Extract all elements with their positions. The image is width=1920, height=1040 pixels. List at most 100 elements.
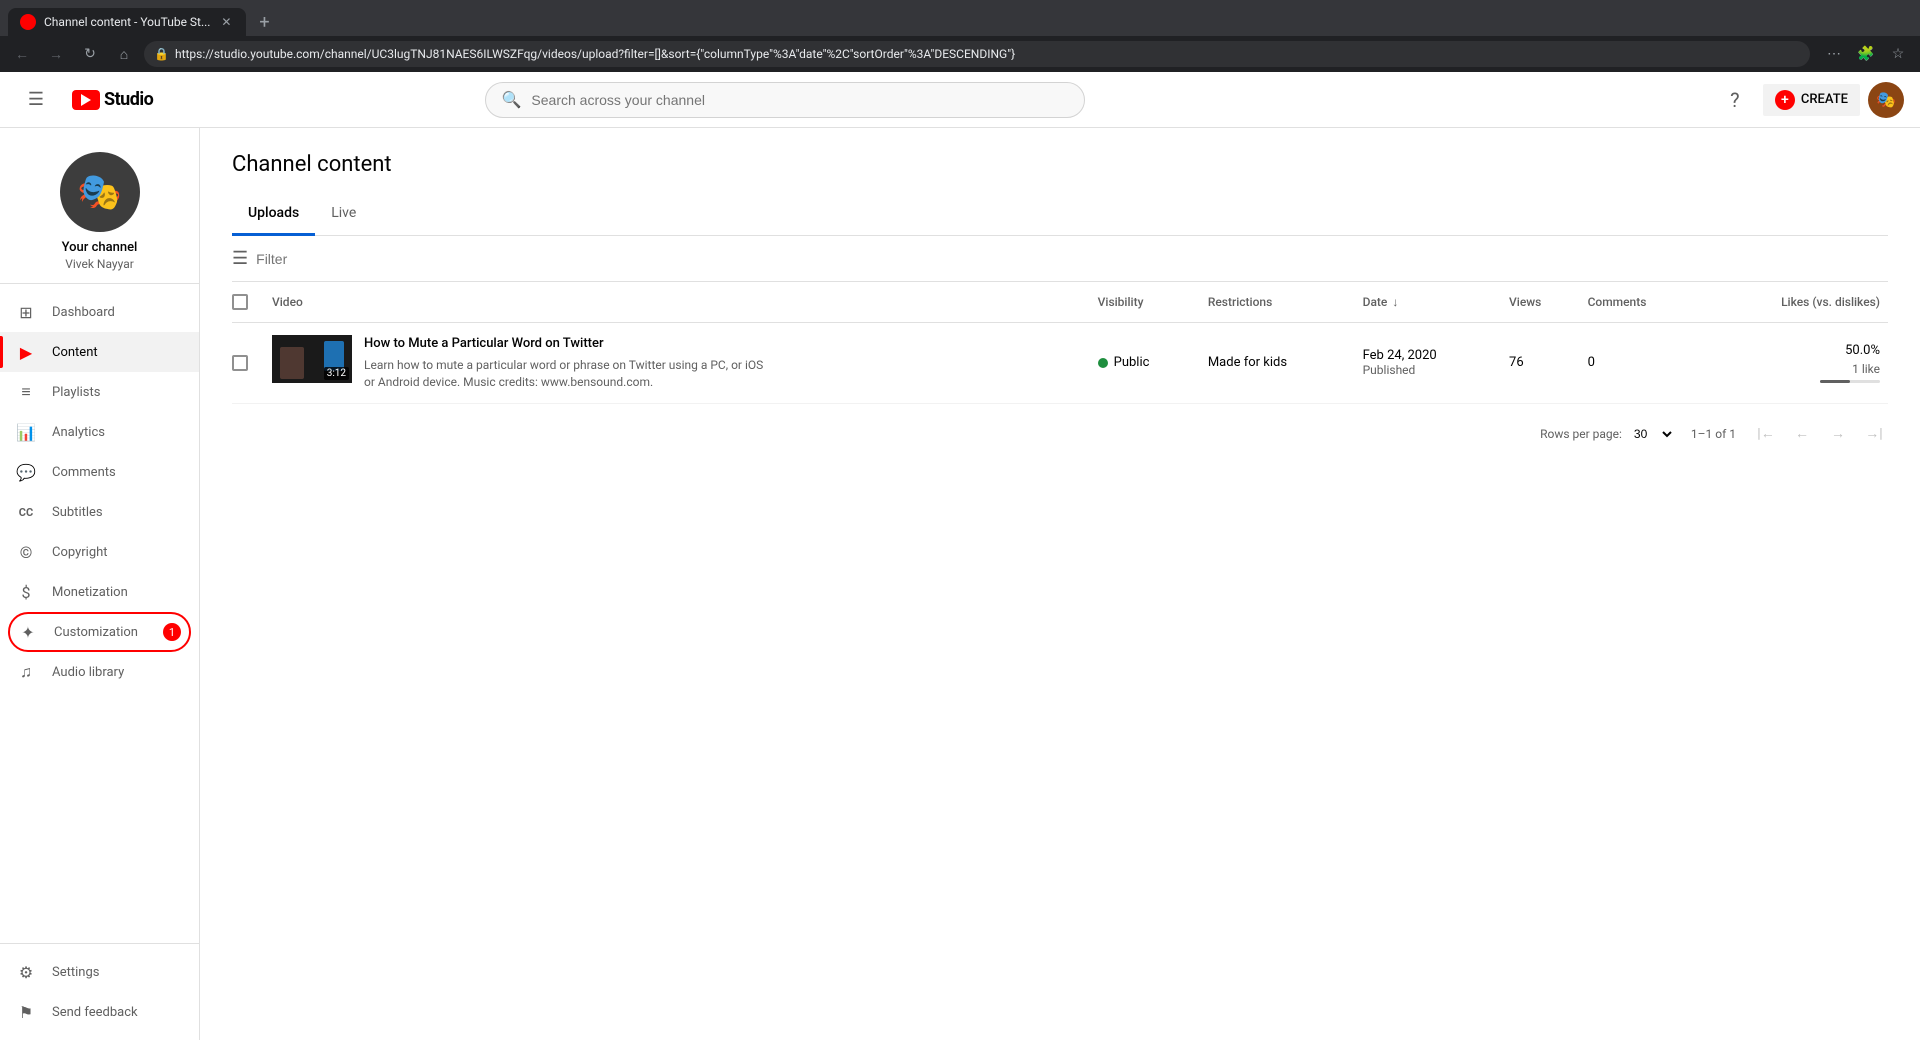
prev-page-button[interactable]: ← [1788, 420, 1816, 448]
sidebar: 🎭 Your channel Vivek Nayyar ⊞ Dashboard … [0, 128, 200, 1040]
favorites-button[interactable]: ☆ [1884, 40, 1912, 68]
last-page-button[interactable]: →| [1860, 420, 1888, 448]
sidebar-item-label: Audio library [52, 665, 124, 680]
th-video-label: Video [272, 295, 303, 309]
sidebar-item-label: Subtitles [52, 505, 103, 520]
back-button[interactable]: ← [8, 40, 36, 68]
dashboard-icon: ⊞ [16, 302, 36, 322]
visibility-dot [1098, 358, 1108, 368]
top-navigation: ☰ Studio 🔍 ? + CREATE 🎭 [0, 72, 1920, 128]
comments-count: 0 [1588, 355, 1595, 370]
top-nav-actions: ? + CREATE 🎭 [1715, 80, 1904, 120]
sidebar-item-copyright[interactable]: © Copyright [0, 532, 199, 572]
first-page-button[interactable]: |← [1752, 420, 1780, 448]
search-bar[interactable]: 🔍 [485, 82, 1085, 118]
rows-per-page-label: Rows per page: [1540, 427, 1622, 441]
sidebar-item-label: Customization [54, 625, 138, 640]
subtitles-icon: CC [16, 502, 36, 522]
tab-favicon [20, 14, 36, 30]
th-restrictions: Restrictions [1200, 282, 1355, 323]
th-likes: Likes (vs. dislikes) [1701, 282, 1888, 323]
date-cell: Feb 24, 2020 Published [1363, 348, 1493, 377]
user-avatar[interactable]: 🎭 [1868, 82, 1904, 118]
main-layout: 🎭 Your channel Vivek Nayyar ⊞ Dashboard … [0, 128, 1920, 1040]
filter-icon[interactable]: ☰ [232, 248, 248, 269]
row-checkbox[interactable] [232, 355, 248, 371]
video-cell: 3:12 How to Mute a Particular Word on Tw… [272, 335, 1082, 391]
restrictions-label: Made for kids [1208, 355, 1287, 370]
video-duration: 3:12 [324, 367, 349, 380]
search-icon: 🔍 [502, 90, 522, 109]
sidebar-item-playlists[interactable]: ≡ Playlists [0, 372, 199, 412]
sidebar-item-send-feedback[interactable]: ⚑ Send feedback [0, 992, 199, 1032]
video-info: How to Mute a Particular Word on Twitter… [364, 335, 764, 391]
notification-badge: 1 [163, 623, 181, 641]
likes-count: 1 like [1709, 362, 1880, 376]
sidebar-item-monetization[interactable]: $ Monetization [0, 572, 199, 612]
tab-close-button[interactable]: ✕ [218, 14, 234, 30]
likes-percent: 50.0% [1709, 343, 1880, 358]
hamburger-menu-button[interactable]: ☰ [16, 80, 56, 120]
channel-avatar[interactable]: 🎭 [60, 152, 140, 232]
tab-uploads[interactable]: Uploads [232, 193, 315, 236]
pagination-bar: Rows per page: 30 50 100 1–1 of 1 |← ← →… [232, 404, 1888, 464]
th-views: Views [1501, 282, 1580, 323]
tab-live[interactable]: Live [315, 193, 372, 236]
sidebar-item-dashboard[interactable]: ⊞ Dashboard [0, 292, 199, 332]
th-comments: Comments [1580, 282, 1702, 323]
sidebar-item-analytics[interactable]: 📊 Analytics [0, 412, 199, 452]
active-tab[interactable]: Channel content - YouTube St... ✕ [8, 8, 246, 36]
tab-live-label: Live [331, 205, 356, 221]
browser-menu-button[interactable]: ⋯ [1820, 40, 1848, 68]
row-checkbox-cell [232, 323, 264, 404]
sidebar-bottom: ⚙ Settings ⚑ Send feedback [0, 943, 199, 1040]
sidebar-item-comments[interactable]: 💬 Comments [0, 452, 199, 492]
next-page-button[interactable]: → [1824, 420, 1852, 448]
forward-button[interactable]: → [42, 40, 70, 68]
sidebar-item-subtitles[interactable]: CC Subtitles [0, 492, 199, 532]
page-title: Channel content [232, 152, 1888, 177]
views-count: 76 [1509, 355, 1524, 370]
table-body: 3:12 How to Mute a Particular Word on Tw… [232, 323, 1888, 404]
youtube-studio-app: ☰ Studio 🔍 ? + CREATE 🎭 🎭 Your channel [0, 72, 1920, 1040]
customization-icon: ✦ [18, 622, 38, 642]
content-icon: ▶ [16, 342, 36, 362]
help-button[interactable]: ? [1715, 80, 1755, 120]
sidebar-item-customization[interactable]: ✦ Customization 1 [8, 612, 191, 652]
filter-bar: ☰ [232, 236, 1888, 282]
rows-per-page: Rows per page: 30 50 100 [1540, 424, 1675, 444]
address-bar[interactable]: 🔒 https://studio.youtube.com/channel/UC3… [144, 41, 1810, 67]
sidebar-item-label: Settings [52, 965, 99, 980]
home-button[interactable]: ⌂ [110, 40, 138, 68]
visibility-label: Public [1114, 355, 1150, 370]
likes-bar [1820, 380, 1880, 383]
row-date-cell: Feb 24, 2020 Published [1355, 323, 1501, 404]
comments-icon: 💬 [16, 462, 36, 482]
extensions-button[interactable]: 🧩 [1852, 40, 1880, 68]
select-all-checkbox[interactable] [232, 294, 248, 310]
playlists-icon: ≡ [16, 382, 36, 402]
sidebar-item-label: Playlists [52, 385, 100, 400]
new-tab-button[interactable]: + [250, 8, 278, 36]
video-thumbnail[interactable]: 3:12 [272, 335, 352, 383]
sidebar-item-content[interactable]: ▶ Content [0, 332, 199, 372]
youtube-studio-logo[interactable]: Studio [72, 89, 153, 110]
sidebar-item-audio-library[interactable]: ♫ Audio library [0, 652, 199, 692]
refresh-button[interactable]: ↻ [76, 40, 104, 68]
settings-icon: ⚙ [16, 962, 36, 982]
visibility-badge: Public [1098, 355, 1192, 370]
sidebar-item-settings[interactable]: ⚙ Settings [0, 952, 199, 992]
rows-per-page-select[interactable]: 30 50 100 [1626, 424, 1675, 444]
help-icon: ? [1730, 88, 1739, 112]
filter-input[interactable] [256, 251, 437, 267]
sidebar-item-label: Comments [52, 465, 116, 480]
video-title[interactable]: How to Mute a Particular Word on Twitter [364, 335, 764, 353]
th-visibility: Visibility [1090, 282, 1200, 323]
create-button[interactable]: + CREATE [1763, 84, 1860, 116]
audio-library-icon: ♫ [16, 662, 36, 682]
search-input[interactable] [531, 92, 1067, 108]
th-views-label: Views [1509, 295, 1541, 309]
channel-name: Your channel [62, 240, 138, 255]
security-lock-icon: 🔒 [154, 47, 169, 61]
th-date[interactable]: Date ↓ [1355, 282, 1501, 323]
